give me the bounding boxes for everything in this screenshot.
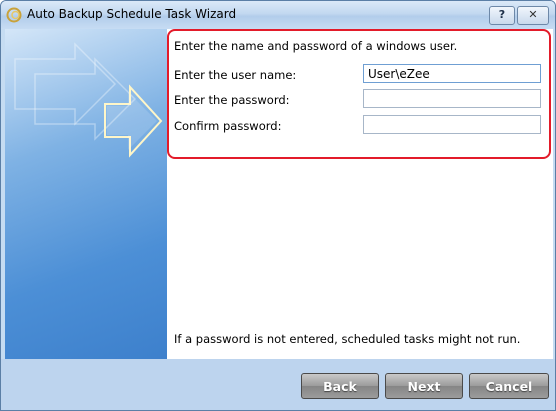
- close-button[interactable]: ✕: [517, 6, 549, 25]
- password-note: If a password is not entered, scheduled …: [174, 332, 521, 346]
- app-icon: [6, 7, 22, 23]
- next-button[interactable]: Next: [385, 373, 463, 399]
- username-label: Enter the user name:: [174, 68, 297, 82]
- confirm-password-field[interactable]: [363, 115, 541, 134]
- window-title: Auto Backup Schedule Task Wizard: [27, 7, 237, 21]
- password-label: Enter the password:: [174, 93, 290, 107]
- help-button[interactable]: ?: [489, 6, 515, 25]
- intro-text: Enter the name and password of a windows…: [174, 39, 458, 53]
- content-pane: Enter the name and password of a windows…: [167, 29, 553, 359]
- wizard-window: Auto Backup Schedule Task Wizard ? ✕ Ent…: [0, 0, 556, 411]
- username-field[interactable]: [363, 64, 541, 83]
- client-area: Enter the name and password of a windows…: [5, 29, 553, 359]
- arrows-graphic: [14, 42, 163, 158]
- back-button[interactable]: Back: [301, 373, 379, 399]
- cancel-button[interactable]: Cancel: [469, 373, 549, 399]
- button-bar: Back Next Cancel: [1, 359, 555, 410]
- title-bar: Auto Backup Schedule Task Wizard ? ✕: [1, 1, 555, 29]
- side-banner: [5, 29, 167, 359]
- password-field[interactable]: [363, 89, 541, 108]
- confirm-password-label: Confirm password:: [174, 119, 282, 133]
